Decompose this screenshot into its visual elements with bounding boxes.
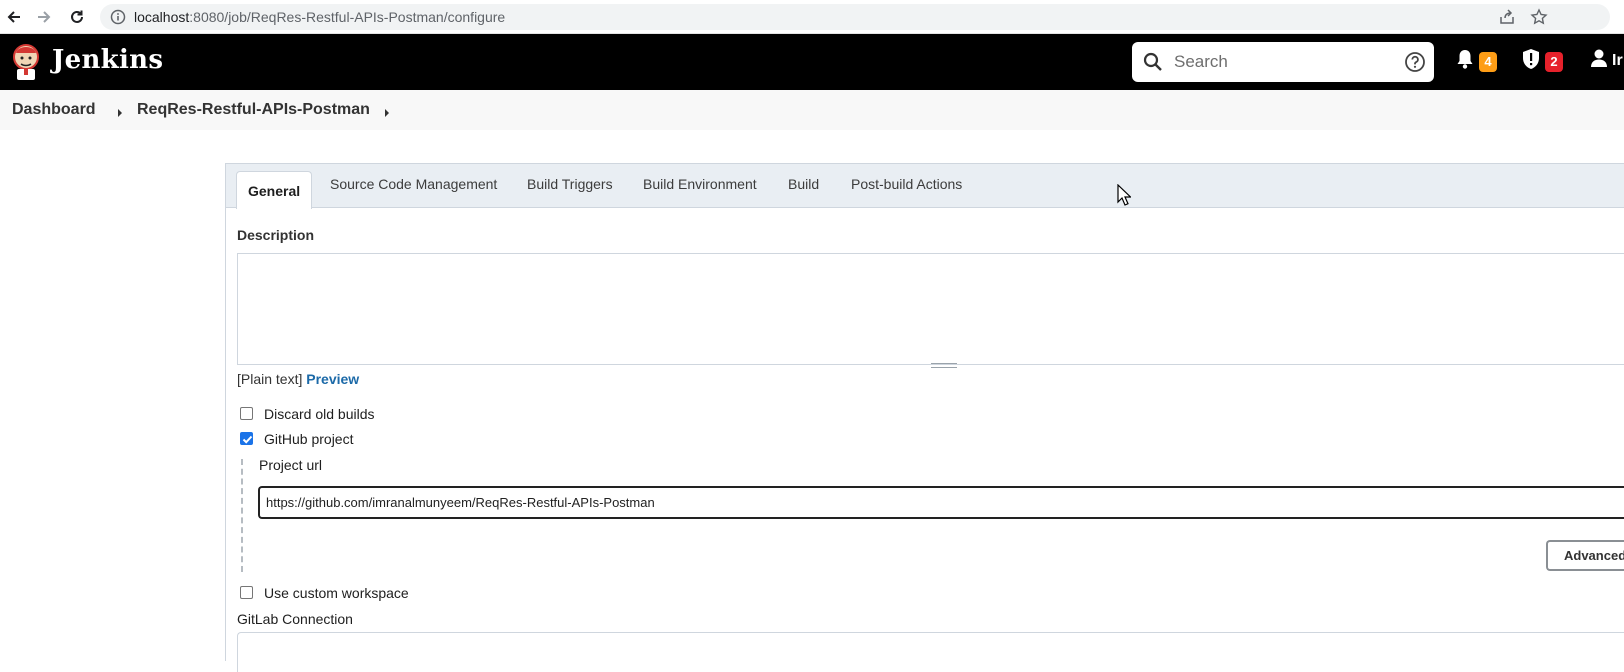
jenkins-title[interactable]: Jenkins	[52, 45, 163, 75]
preview-link[interactable]: Preview	[306, 371, 359, 387]
github-project-label[interactable]: GitHub project	[264, 431, 353, 447]
discard-old-builds-checkbox[interactable]	[240, 407, 253, 420]
custom-workspace-checkbox[interactable]	[240, 586, 253, 599]
tab-general[interactable]: General	[236, 171, 313, 209]
config-panel: General Source Code Management Build Tri…	[225, 163, 1624, 672]
tab-build[interactable]: Build	[788, 176, 819, 192]
help-icon[interactable]	[1404, 51, 1426, 78]
notifications-badge: 4	[1479, 51, 1497, 72]
breadcrumb: Dashboard ReqRes-Restful-APIs-Postman	[0, 90, 1624, 130]
tab-build-triggers[interactable]: Build Triggers	[527, 176, 613, 192]
gitlab-connection-label: GitLab Connection	[237, 611, 353, 627]
site-info-icon[interactable]	[110, 9, 126, 30]
config-tabs: General Source Code Management Build Tri…	[226, 164, 1624, 209]
security-button[interactable]: 2	[1521, 48, 1563, 75]
search-box[interactable]	[1132, 42, 1434, 82]
project-url-input[interactable]	[258, 486, 1624, 519]
search-input[interactable]	[1174, 50, 1394, 74]
reload-icon[interactable]	[65, 5, 89, 29]
user-icon	[1590, 48, 1608, 73]
security-badge: 2	[1545, 51, 1563, 72]
mouse-cursor-icon	[1117, 183, 1132, 211]
shield-icon	[1521, 48, 1541, 75]
share-icon[interactable]	[1498, 8, 1516, 31]
tab-post-build-actions[interactable]: Post-build Actions	[851, 176, 962, 192]
user-name: Ir	[1612, 51, 1623, 69]
description-textarea[interactable]	[237, 253, 1624, 365]
gitlab-connection-select[interactable]	[237, 632, 1624, 672]
url-text: localhost:8080/job/ReqRes-Restful-APIs-P…	[134, 9, 505, 25]
textarea-resize-handle[interactable]	[931, 363, 957, 368]
tab-source-code-management[interactable]: Source Code Management	[330, 176, 497, 192]
custom-workspace-label[interactable]: Use custom workspace	[264, 585, 409, 601]
chevron-right-icon[interactable]	[116, 105, 124, 123]
nested-section-divider	[241, 459, 243, 572]
bookmark-star-icon[interactable]	[1530, 8, 1548, 31]
jenkins-header: Jenkins 4 2 Ir	[0, 34, 1624, 90]
discard-old-builds-label[interactable]: Discard old builds	[264, 406, 375, 422]
format-hint: [Plain text] Preview	[237, 371, 359, 387]
url-path: :8080/job/ReqRes-Restful-APIs-Postman/co…	[189, 9, 506, 25]
tab-build-environment[interactable]: Build Environment	[643, 176, 757, 192]
project-url-label: Project url	[259, 457, 323, 473]
url-host: localhost	[134, 9, 190, 25]
back-arrow-icon[interactable]	[2, 5, 26, 29]
bell-icon	[1455, 48, 1475, 75]
breadcrumb-job[interactable]: ReqRes-Restful-APIs-Postman	[137, 101, 370, 119]
chevron-right-icon[interactable]	[383, 105, 391, 123]
breadcrumb-dashboard[interactable]: Dashboard	[12, 101, 96, 119]
forward-arrow-icon[interactable]	[32, 5, 56, 29]
user-menu[interactable]: Ir	[1590, 48, 1623, 73]
notifications-button[interactable]: 4	[1455, 48, 1497, 75]
address-bar[interactable]: localhost:8080/job/ReqRes-Restful-APIs-P…	[100, 4, 1610, 30]
search-icon	[1143, 52, 1163, 77]
jenkins-logo-icon[interactable]	[10, 41, 42, 86]
plain-text-label: [Plain text]	[237, 371, 303, 387]
github-project-checkbox[interactable]	[240, 432, 253, 445]
description-label: Description	[237, 227, 315, 243]
advanced-button[interactable]: Advanced...	[1546, 540, 1624, 571]
browser-toolbar: localhost:8080/job/ReqRes-Restful-APIs-P…	[0, 0, 1624, 34]
checkmark-icon	[242, 435, 253, 444]
